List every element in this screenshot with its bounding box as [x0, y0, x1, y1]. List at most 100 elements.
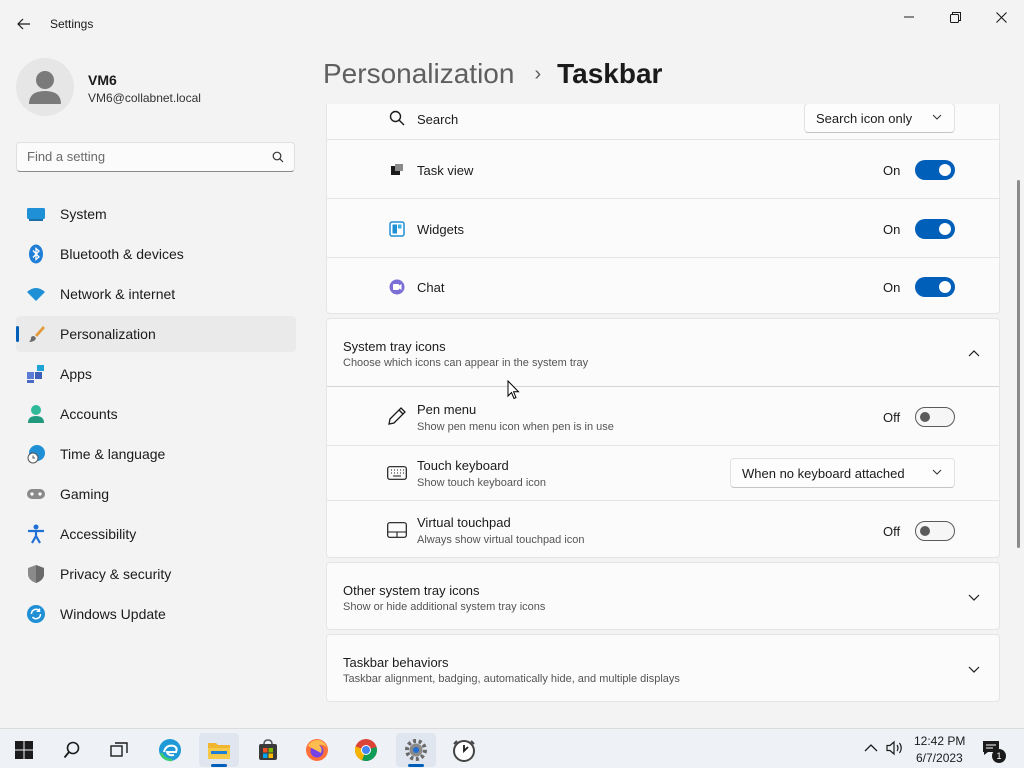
pen-menu-description: Show pen menu icon when pen is in use: [417, 421, 614, 433]
sidebar-item-label: Personalization: [60, 326, 156, 342]
firefox-icon: [306, 739, 328, 761]
sidebar-item-windows-update[interactable]: Windows Update: [16, 596, 296, 632]
touch-keyboard-row: Touch keyboard Show touch keyboard icon …: [327, 445, 999, 500]
widgets-row: Widgets On: [327, 198, 999, 257]
search-row: Search Search icon only: [327, 104, 999, 139]
touch-keyboard-dropdown[interactable]: When no keyboard attached: [730, 458, 955, 488]
taskbar-items-card: Search Search icon only Task view On Wid…: [326, 104, 1000, 314]
sidebar-item-bluetooth[interactable]: Bluetooth & devices: [16, 236, 296, 272]
scrollbar-thumb[interactable]: [1017, 180, 1020, 548]
taskbar-clock-app-button[interactable]: [444, 733, 484, 767]
virtual-touchpad-toggle[interactable]: [915, 521, 955, 541]
search-mode-dropdown[interactable]: Search icon only: [804, 104, 955, 133]
chevron-up-icon[interactable]: [862, 739, 880, 757]
other-tray-title: Other system tray icons: [343, 583, 480, 598]
mouse-cursor-icon: [507, 380, 520, 400]
taskbar-search-button[interactable]: [52, 733, 92, 767]
chat-label: Chat: [417, 280, 445, 295]
pen-menu-toggle[interactable]: [915, 407, 955, 427]
system-tray-header[interactable]: System tray icons Choose which icons can…: [327, 319, 999, 386]
sidebar-item-gaming[interactable]: Gaming: [16, 476, 296, 512]
chat-state: On: [883, 280, 901, 295]
system-tray-card: System tray icons Choose which icons can…: [326, 318, 1000, 558]
chat-icon: [387, 277, 407, 297]
system-icon: [26, 204, 46, 224]
taskbar-settings-button[interactable]: [396, 733, 436, 767]
task-view-label: Task view: [417, 163, 474, 178]
sidebar-item-label: Privacy & security: [60, 566, 172, 582]
wifi-icon: [26, 284, 46, 304]
user-email: VM6@collabnet.local: [88, 91, 201, 105]
widgets-label: Widgets: [417, 222, 464, 237]
chrome-icon: [354, 739, 377, 762]
sidebar-nav: System Bluetooth & devices Network & int…: [16, 196, 296, 636]
brush-icon: [26, 324, 46, 344]
taskbar-behaviors-subtitle: Taskbar alignment, badging, automaticall…: [343, 673, 680, 685]
sidebar-item-system[interactable]: System: [16, 196, 296, 232]
virtual-touchpad-description: Always show virtual touchpad icon: [417, 534, 585, 546]
store-icon: [259, 739, 277, 760]
search-label: Search: [417, 112, 459, 127]
system-tray-title: System tray icons: [343, 339, 446, 354]
task-view-icon: [110, 742, 128, 757]
sidebar-item-label: Apps: [60, 366, 92, 382]
task-view-toggle[interactable]: [915, 160, 955, 180]
dropdown-value: Search icon only: [816, 110, 913, 126]
taskbar-chrome-button[interactable]: [346, 733, 386, 767]
sidebar-item-label: Accessibility: [60, 526, 137, 542]
sidebar-item-accounts[interactable]: Accounts: [16, 396, 296, 432]
chevron-down-icon: [932, 114, 942, 120]
sidebar-item-personalization[interactable]: Personalization: [16, 316, 296, 352]
search-input[interactable]: [27, 149, 257, 164]
globe-clock-icon: [26, 444, 46, 464]
taskbar-behaviors-expander[interactable]: Taskbar behaviors Taskbar alignment, bad…: [326, 634, 1000, 702]
sidebar-item-time-language[interactable]: Time & language: [16, 436, 296, 472]
pen-menu-state: Off: [883, 410, 901, 425]
close-button[interactable]: [978, 4, 1024, 30]
other-tray-subtitle: Show or hide additional system tray icon…: [343, 601, 546, 613]
virtual-touchpad-state: Off: [883, 524, 901, 539]
sidebar-item-label: Accounts: [60, 406, 118, 422]
pen-menu-label: Pen menu: [417, 402, 477, 417]
restore-button[interactable]: [932, 4, 978, 30]
chevron-up-icon[interactable]: [967, 346, 981, 360]
sidebar-item-privacy[interactable]: Privacy & security: [16, 556, 296, 592]
search-icon: [387, 108, 407, 128]
chat-toggle[interactable]: [915, 277, 955, 297]
chevron-down-icon[interactable]: [967, 590, 981, 604]
sidebar-item-accessibility[interactable]: Accessibility: [16, 516, 296, 552]
taskbar-store-button[interactable]: [248, 733, 288, 767]
minimize-button[interactable]: [886, 4, 932, 30]
pen-menu-row: Pen menu Show pen menu icon when pen is …: [327, 386, 999, 445]
sidebar-item-network[interactable]: Network & internet: [16, 276, 296, 312]
person-silhouette-icon: [29, 71, 61, 104]
apps-icon: [26, 364, 46, 384]
chat-row: Chat On: [327, 257, 999, 314]
touch-keyboard-description: Show touch keyboard icon: [417, 477, 547, 489]
edge-icon: [159, 739, 181, 762]
task-view-icon: [387, 160, 407, 180]
chevron-down-icon[interactable]: [967, 662, 981, 676]
avatar[interactable]: [16, 58, 74, 116]
taskbar-firefox-button[interactable]: [297, 733, 337, 767]
settings-icon: [405, 739, 427, 761]
page-title: Taskbar: [557, 58, 663, 89]
os-taskbar: 12:42 PM 6/7/2023: [0, 728, 1024, 768]
sidebar-item-apps[interactable]: Apps: [16, 356, 296, 392]
search-icon[interactable]: [272, 151, 284, 163]
search-box[interactable]: [16, 142, 295, 172]
other-tray-expander[interactable]: Other system tray icons Show or hide add…: [326, 562, 1000, 630]
start-button[interactable]: [4, 733, 44, 767]
taskbar-task-view-button[interactable]: [99, 733, 139, 767]
taskbar-date[interactable]: 6/7/2023: [916, 751, 963, 765]
volume-icon[interactable]: [886, 739, 904, 757]
start-icon: [15, 741, 33, 759]
breadcrumb-parent[interactable]: Personalization: [323, 58, 514, 90]
back-button[interactable]: [10, 10, 38, 38]
widgets-toggle[interactable]: [915, 219, 955, 239]
sidebar-item-label: Gaming: [60, 486, 110, 502]
taskbar-time[interactable]: 12:42 PM: [914, 734, 965, 748]
system-tray-subtitle: Choose which icons can appear in the sys…: [343, 357, 589, 369]
taskbar-edge-button[interactable]: [150, 733, 190, 767]
taskbar-file-explorer-button[interactable]: [199, 733, 239, 767]
